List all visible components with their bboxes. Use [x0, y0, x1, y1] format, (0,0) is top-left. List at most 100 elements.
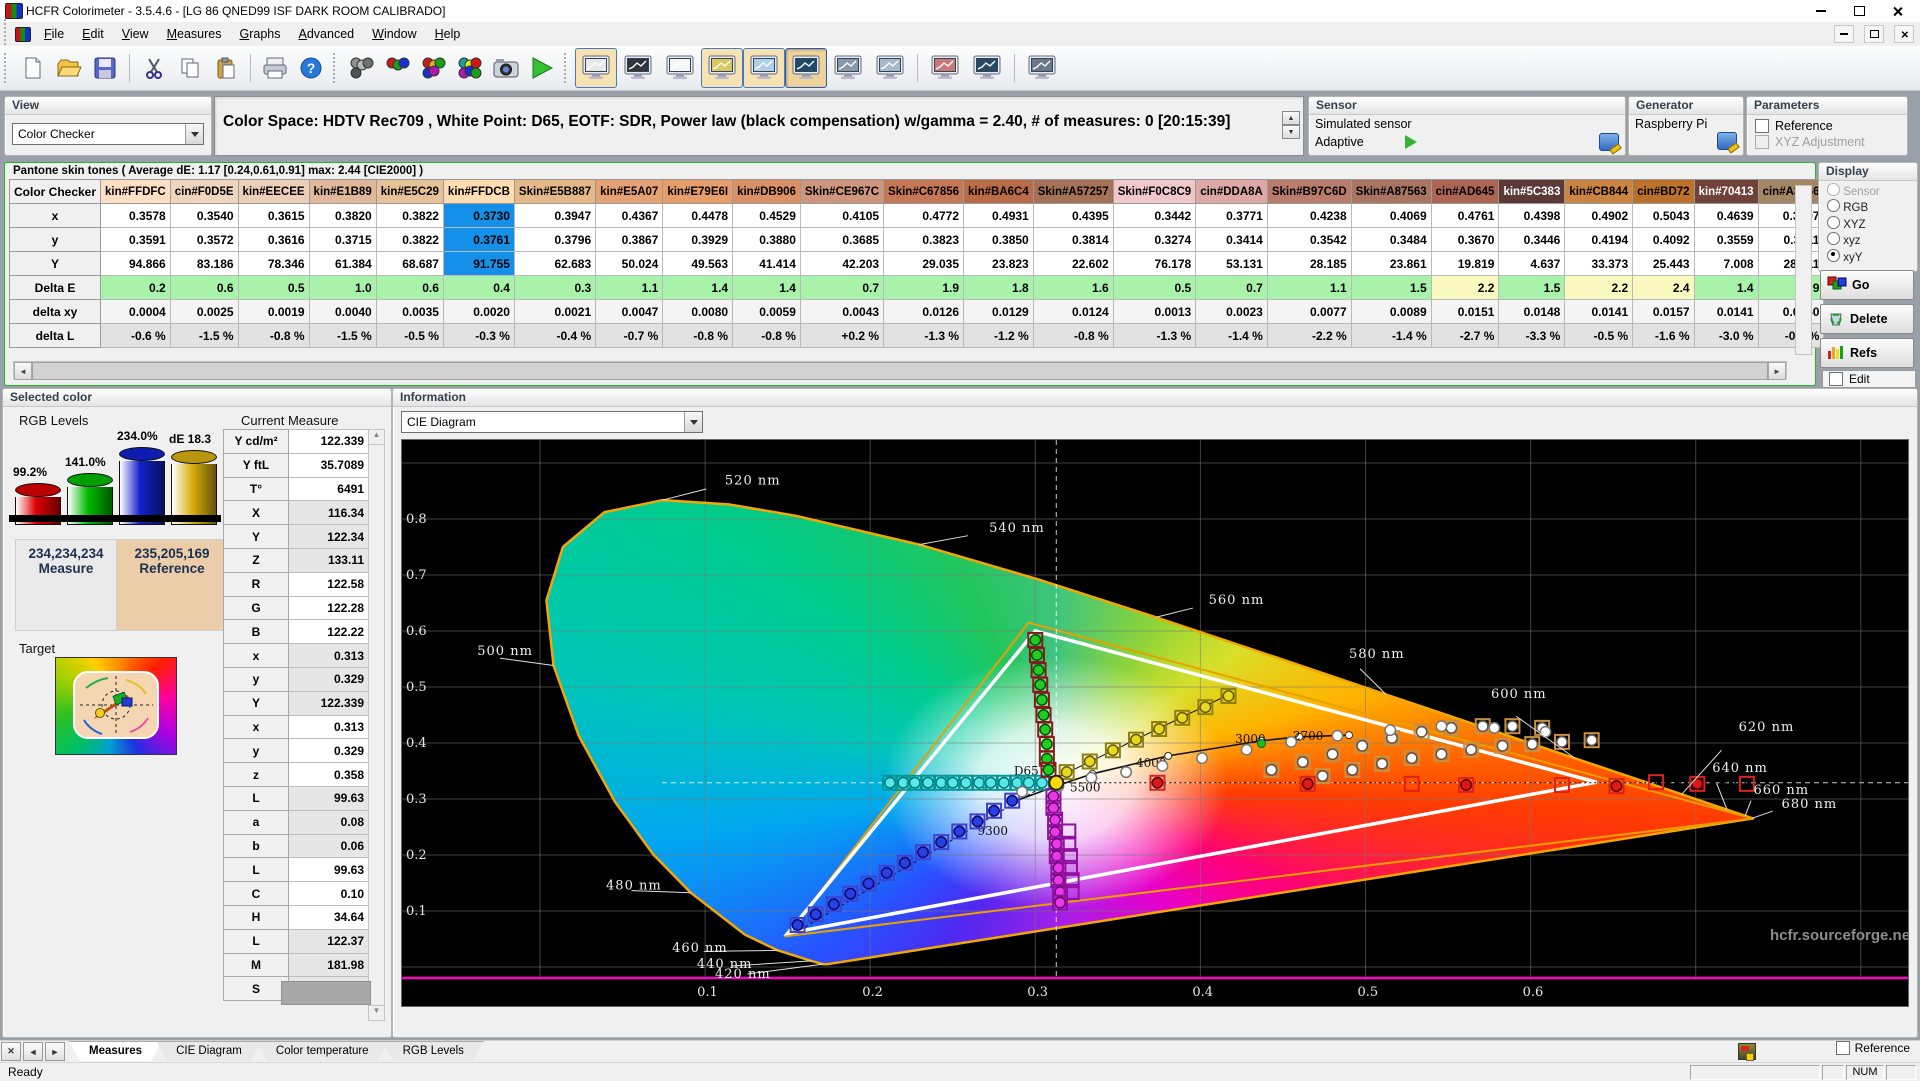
cell-Y-2[interactable]: 78.346 — [237, 251, 310, 276]
cell-x-17[interactable]: 0.4069 — [1350, 203, 1432, 228]
temperature-view-button[interactable] — [966, 48, 1008, 88]
cell-delta-xy-23[interactable]: 0.0060 — [1757, 299, 1825, 324]
near-white-view-button[interactable] — [659, 48, 701, 88]
checkbox-icon[interactable] — [1755, 119, 1769, 133]
tab-cie-diagram[interactable]: CIE Diagram — [156, 1041, 262, 1061]
cell-delta-L-18[interactable]: -2.7 % — [1430, 323, 1500, 348]
cell-delta-xy-22[interactable]: 0.0141 — [1693, 299, 1759, 324]
cell-Delta-E-14[interactable]: 0.5 — [1112, 275, 1197, 300]
column-header-1[interactable]: cin#F0D5E — [169, 179, 239, 204]
cell-Delta-E-11[interactable]: 1.9 — [883, 275, 965, 300]
column-header-14[interactable]: Skin#F0C8C9 — [1112, 179, 1197, 204]
cell-y-2[interactable]: 0.3616 — [237, 227, 310, 252]
cell-Y-16[interactable]: 28.185 — [1266, 251, 1352, 276]
cell-x-15[interactable]: 0.3771 — [1195, 203, 1268, 228]
delete-button[interactable]: Delete — [1820, 304, 1914, 334]
column-header-22[interactable]: kin#70413 — [1693, 179, 1759, 204]
scroll-right-icon[interactable]: ► — [1768, 362, 1786, 380]
cell-Delta-E-22[interactable]: 1.4 — [1693, 275, 1759, 300]
cell-Delta-E-12[interactable]: 1.8 — [963, 275, 1034, 300]
cell-x-22[interactable]: 0.4639 — [1693, 203, 1759, 228]
cell-Delta-E-4[interactable]: 0.6 — [375, 275, 444, 300]
cell-x-1[interactable]: 0.3540 — [169, 203, 239, 228]
menu-view[interactable]: View — [113, 24, 158, 44]
cell-Y-15[interactable]: 53.131 — [1195, 251, 1268, 276]
display-radio-xyY[interactable]: xyY — [1819, 247, 1917, 264]
display-radio-XYZ[interactable]: XYZ — [1819, 214, 1917, 231]
cell-Y-7[interactable]: 50.024 — [595, 251, 664, 276]
sensor-rgb-balls-button[interactable] — [380, 50, 416, 86]
cell-y-4[interactable]: 0.3822 — [375, 227, 444, 252]
view-selector[interactable]: Color Checker — [12, 123, 204, 145]
tab-close-button[interactable]: ✕ — [1, 1042, 21, 1061]
cell-x-16[interactable]: 0.4238 — [1266, 203, 1352, 228]
luminance-view-button[interactable] — [869, 48, 911, 88]
camera-button[interactable] — [488, 50, 524, 86]
column-header-6[interactable]: Skin#E5B887 — [513, 179, 597, 204]
cell-Y-5[interactable]: 91.755 — [442, 251, 515, 276]
cell-Delta-E-17[interactable]: 1.5 — [1350, 275, 1432, 300]
cell-Y-3[interactable]: 61.384 — [308, 251, 377, 276]
menu-window[interactable]: Window — [363, 24, 425, 44]
cell-delta-xy-0[interactable]: 0.0004 — [100, 299, 171, 324]
reference-toggle-row[interactable]: Reference — [1835, 1041, 1910, 1055]
info-spinner[interactable]: ▲ ▼ — [1282, 111, 1300, 139]
menu-file[interactable]: File — [35, 24, 73, 44]
menu-edit[interactable]: Edit — [73, 24, 113, 44]
radio-icon[interactable] — [1827, 248, 1840, 262]
cell-Y-18[interactable]: 19.819 — [1430, 251, 1500, 276]
column-header-3[interactable]: kin#E1B89 — [308, 179, 377, 204]
cell-delta-L-9[interactable]: -0.8 % — [732, 323, 801, 348]
cell-Y-13[interactable]: 22.602 — [1032, 251, 1114, 276]
radio-icon[interactable] — [1827, 232, 1840, 245]
column-header-13[interactable]: Skin#A57257 — [1032, 179, 1114, 204]
cell-delta-xy-12[interactable]: 0.0129 — [963, 299, 1034, 324]
cell-Y-11[interactable]: 29.035 — [883, 251, 965, 276]
cell-delta-xy-15[interactable]: 0.0023 — [1195, 299, 1268, 324]
cell-x-12[interactable]: 0.4931 — [963, 203, 1034, 228]
reference-checkbox[interactable] — [1835, 1041, 1850, 1055]
contrast-view-button[interactable] — [827, 48, 869, 88]
cell-Y-1[interactable]: 83.186 — [169, 251, 239, 276]
cell-Delta-E-13[interactable]: 1.6 — [1032, 275, 1114, 300]
copy-button[interactable] — [172, 50, 208, 86]
cell-delta-L-10[interactable]: +0.2 % — [799, 323, 885, 348]
cell-y-0[interactable]: 0.3591 — [100, 227, 171, 252]
mdi-minimize-button[interactable] — [1834, 25, 1854, 43]
cell-delta-L-8[interactable]: -0.8 % — [662, 323, 734, 348]
column-header-7[interactable]: kin#E5A07 — [595, 179, 664, 204]
column-header-0[interactable]: kin#FFDFC — [100, 179, 171, 204]
cell-y-17[interactable]: 0.3484 — [1350, 227, 1432, 252]
cell-delta-xy-17[interactable]: 0.0089 — [1350, 299, 1432, 324]
close-button[interactable] — [1878, 0, 1916, 22]
column-header-17[interactable]: Skin#A87563 — [1350, 179, 1432, 204]
cell-x-2[interactable]: 0.3615 — [237, 203, 310, 228]
cell-Delta-E-20[interactable]: 2.2 — [1564, 275, 1634, 300]
cell-Delta-E-7[interactable]: 1.1 — [595, 275, 664, 300]
run-measure-button[interactable] — [524, 50, 560, 86]
save-button[interactable] — [87, 50, 123, 86]
cell-x-14[interactable]: 0.3442 — [1112, 203, 1197, 228]
column-header-12[interactable]: kin#BA6C4 — [963, 179, 1034, 204]
cell-delta-xy-4[interactable]: 0.0035 — [375, 299, 444, 324]
cell-y-12[interactable]: 0.3850 — [963, 227, 1034, 252]
tab-next-button[interactable]: ► — [45, 1042, 65, 1061]
cell-delta-xy-18[interactable]: 0.0151 — [1430, 299, 1500, 324]
maximize-button[interactable] — [1840, 0, 1878, 22]
cell-Delta-E-3[interactable]: 1.0 — [308, 275, 377, 300]
cell-delta-xy-16[interactable]: 0.0077 — [1266, 299, 1352, 324]
cell-Y-17[interactable]: 23.861 — [1350, 251, 1432, 276]
radio-icon[interactable] — [1827, 199, 1840, 212]
cell-Y-14[interactable]: 76.178 — [1112, 251, 1197, 276]
cell-x-6[interactable]: 0.3947 — [513, 203, 597, 228]
edit-checkbox[interactable] — [1829, 372, 1843, 386]
cell-delta-L-6[interactable]: -0.4 % — [513, 323, 597, 348]
edit-checkbox-row[interactable]: Edit — [1822, 370, 1916, 388]
sensor-color-balls-button[interactable] — [416, 50, 452, 86]
cell-delta-L-3[interactable]: -1.5 % — [308, 323, 377, 348]
information-view-selector[interactable]: CIE Diagram — [401, 411, 703, 433]
sensor-config-button[interactable] — [1599, 133, 1619, 151]
column-header-5[interactable]: kin#FFDCB — [442, 179, 515, 204]
cell-Delta-E-1[interactable]: 0.6 — [169, 275, 239, 300]
cell-delta-L-23[interactable]: -0.3 % — [1757, 323, 1825, 348]
